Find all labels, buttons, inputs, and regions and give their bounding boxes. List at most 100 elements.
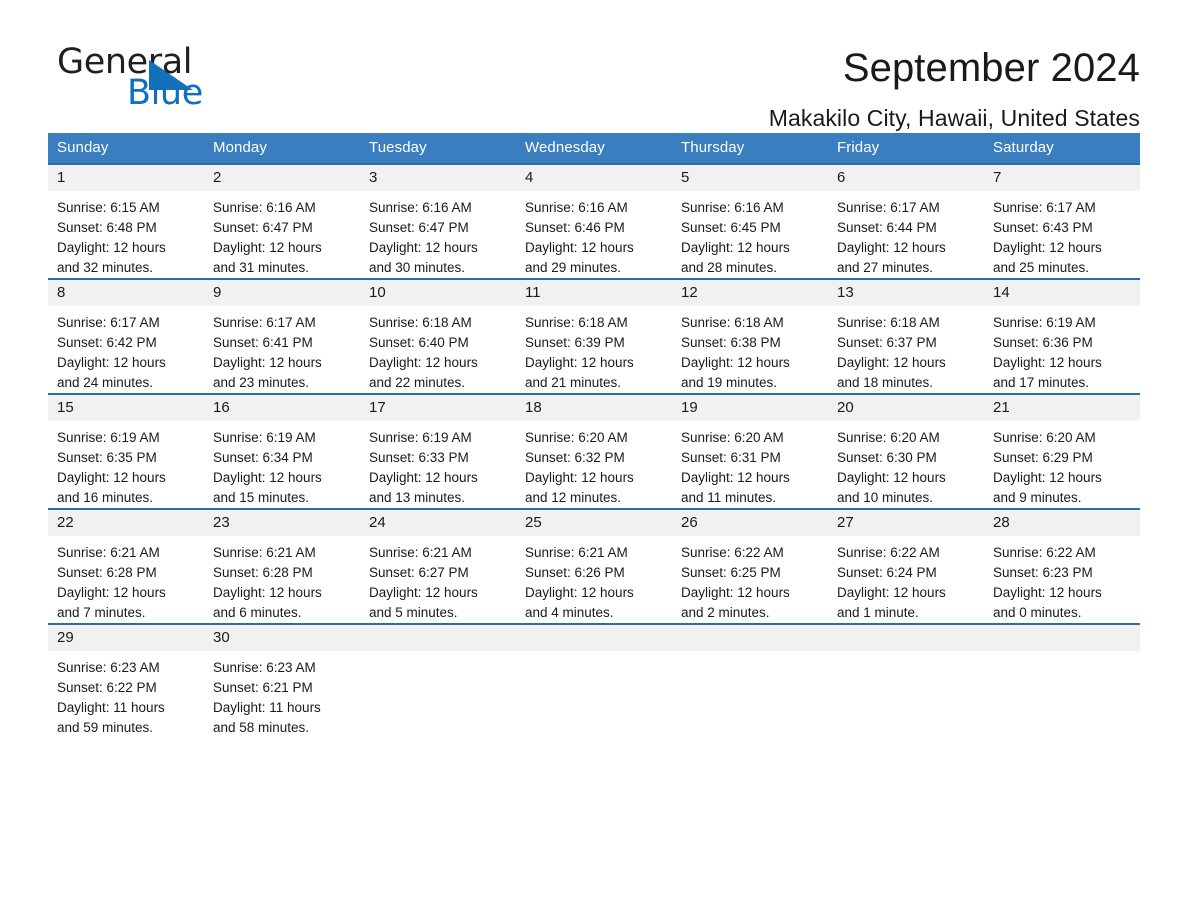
daylight-text-cont: and 13 minutes. <box>369 490 466 505</box>
day-number-empty <box>360 625 516 651</box>
day-number[interactable]: 29 <box>48 625 204 651</box>
day-number[interactable]: 24 <box>360 510 516 536</box>
sunrise-text: Sunrise: 6:16 AM <box>369 200 472 215</box>
generalblue-logo[interactable]: General Blue <box>48 42 248 116</box>
day-number[interactable]: 11 <box>516 280 672 306</box>
day-number-empty <box>984 625 1140 651</box>
day-number[interactable]: 23 <box>204 510 360 536</box>
title-block: September 2024 Makakilo City, Hawaii, Un… <box>248 42 1140 133</box>
day-number[interactable]: 30 <box>204 625 360 651</box>
daylight-text-cont: and 28 minutes. <box>681 260 778 275</box>
day-number[interactable]: 16 <box>204 395 360 421</box>
week-detail-strip: Sunrise: 6:23 AM Sunset: 6:22 PM Dayligh… <box>48 651 1140 738</box>
day-number[interactable]: 14 <box>984 280 1140 306</box>
sunset-text: Sunset: 6:23 PM <box>993 565 1093 580</box>
day-number[interactable]: 5 <box>672 165 828 191</box>
sunset-text: Sunset: 6:25 PM <box>681 565 781 580</box>
day-cell: Sunrise: 6:22 AM Sunset: 6:24 PM Dayligh… <box>828 536 984 623</box>
day-cell: Sunrise: 6:16 AM Sunset: 6:46 PM Dayligh… <box>516 191 672 278</box>
day-number[interactable]: 18 <box>516 395 672 421</box>
calendar-page: General Blue September 2024 Makakilo Cit… <box>0 0 1188 918</box>
weekday-header-monday: Monday <box>213 139 267 156</box>
sunrise-text: Sunrise: 6:20 AM <box>837 430 940 445</box>
day-number[interactable]: 20 <box>828 395 984 421</box>
daylight-text: Daylight: 12 hours <box>213 585 322 600</box>
daylight-text: Daylight: 12 hours <box>681 585 790 600</box>
day-number[interactable]: 1 <box>48 165 204 191</box>
daylight-text-cont: and 0 minutes. <box>993 605 1082 620</box>
daylight-text: Daylight: 12 hours <box>369 470 478 485</box>
daylight-text-cont: and 4 minutes. <box>525 605 614 620</box>
day-number[interactable]: 8 <box>48 280 204 306</box>
daylight-text-cont: and 21 minutes. <box>525 375 622 390</box>
day-number[interactable]: 21 <box>984 395 1140 421</box>
week-daynumber-strip: 1 2 3 4 5 6 7 <box>48 165 1140 191</box>
daylight-text-cont: and 32 minutes. <box>57 260 154 275</box>
sunrise-text: Sunrise: 6:16 AM <box>681 200 784 215</box>
calendar-week-row: 22 23 24 25 26 27 28 Sunrise: 6:21 AM Su… <box>48 508 1140 623</box>
sunrise-text: Sunrise: 6:17 AM <box>993 200 1096 215</box>
day-number[interactable]: 7 <box>984 165 1140 191</box>
day-number[interactable]: 3 <box>360 165 516 191</box>
sunset-text: Sunset: 6:47 PM <box>213 220 313 235</box>
sunrise-text: Sunrise: 6:22 AM <box>993 545 1096 560</box>
day-number-empty <box>672 625 828 651</box>
daylight-text-cont: and 7 minutes. <box>57 605 146 620</box>
day-number[interactable]: 26 <box>672 510 828 536</box>
daylight-text-cont: and 6 minutes. <box>213 605 302 620</box>
calendar-week-row: 8 9 10 11 12 13 14 Sunrise: 6:17 AM Suns… <box>48 278 1140 393</box>
sunset-text: Sunset: 6:42 PM <box>57 335 157 350</box>
week-daynumber-strip: 29 30 <box>48 625 1140 651</box>
sunset-text: Sunset: 6:35 PM <box>57 450 157 465</box>
day-cell: Sunrise: 6:19 AM Sunset: 6:33 PM Dayligh… <box>360 421 516 508</box>
day-number[interactable]: 25 <box>516 510 672 536</box>
sunset-text: Sunset: 6:33 PM <box>369 450 469 465</box>
day-number-empty <box>516 625 672 651</box>
day-cell: Sunrise: 6:19 AM Sunset: 6:36 PM Dayligh… <box>984 306 1140 393</box>
day-number[interactable]: 27 <box>828 510 984 536</box>
day-number[interactable]: 12 <box>672 280 828 306</box>
day-cell-empty <box>672 651 828 738</box>
day-number[interactable]: 2 <box>204 165 360 191</box>
weekday-header-sunday: Sunday <box>57 139 109 156</box>
daylight-text: Daylight: 12 hours <box>57 240 166 255</box>
day-cell: Sunrise: 6:20 AM Sunset: 6:29 PM Dayligh… <box>984 421 1140 508</box>
day-number[interactable]: 19 <box>672 395 828 421</box>
day-cell: Sunrise: 6:19 AM Sunset: 6:35 PM Dayligh… <box>48 421 204 508</box>
sunset-text: Sunset: 6:46 PM <box>525 220 625 235</box>
daylight-text-cont: and 16 minutes. <box>57 490 154 505</box>
logo-text-blue: Blue <box>127 73 203 113</box>
daylight-text: Daylight: 12 hours <box>837 585 946 600</box>
daylight-text: Daylight: 12 hours <box>369 240 478 255</box>
daylight-text-cont: and 29 minutes. <box>525 260 622 275</box>
week-detail-strip: Sunrise: 6:19 AM Sunset: 6:35 PM Dayligh… <box>48 421 1140 508</box>
sunrise-text: Sunrise: 6:21 AM <box>213 545 316 560</box>
day-cell: Sunrise: 6:18 AM Sunset: 6:37 PM Dayligh… <box>828 306 984 393</box>
day-cell: Sunrise: 6:15 AM Sunset: 6:48 PM Dayligh… <box>48 191 204 278</box>
page-title: September 2024 <box>842 46 1140 90</box>
daylight-text: Daylight: 12 hours <box>525 240 634 255</box>
day-number[interactable]: 28 <box>984 510 1140 536</box>
day-number[interactable]: 13 <box>828 280 984 306</box>
daylight-text: Daylight: 12 hours <box>993 470 1102 485</box>
sunset-text: Sunset: 6:48 PM <box>57 220 157 235</box>
daylight-text-cont: and 18 minutes. <box>837 375 934 390</box>
day-number[interactable]: 9 <box>204 280 360 306</box>
sunrise-text: Sunrise: 6:21 AM <box>369 545 472 560</box>
day-cell: Sunrise: 6:20 AM Sunset: 6:32 PM Dayligh… <box>516 421 672 508</box>
sunset-text: Sunset: 6:26 PM <box>525 565 625 580</box>
day-number[interactable]: 4 <box>516 165 672 191</box>
daylight-text-cont: and 22 minutes. <box>369 375 466 390</box>
daylight-text: Daylight: 12 hours <box>681 240 790 255</box>
day-cell-empty <box>828 651 984 738</box>
daylight-text-cont: and 17 minutes. <box>993 375 1090 390</box>
sunset-text: Sunset: 6:39 PM <box>525 335 625 350</box>
sunrise-text: Sunrise: 6:22 AM <box>681 545 784 560</box>
day-number[interactable]: 17 <box>360 395 516 421</box>
day-number[interactable]: 6 <box>828 165 984 191</box>
calendar-table: Sunday Monday Tuesday Wednesday Thursday… <box>48 133 1140 738</box>
daylight-text: Daylight: 12 hours <box>213 240 322 255</box>
day-number[interactable]: 22 <box>48 510 204 536</box>
day-number[interactable]: 10 <box>360 280 516 306</box>
day-number[interactable]: 15 <box>48 395 204 421</box>
